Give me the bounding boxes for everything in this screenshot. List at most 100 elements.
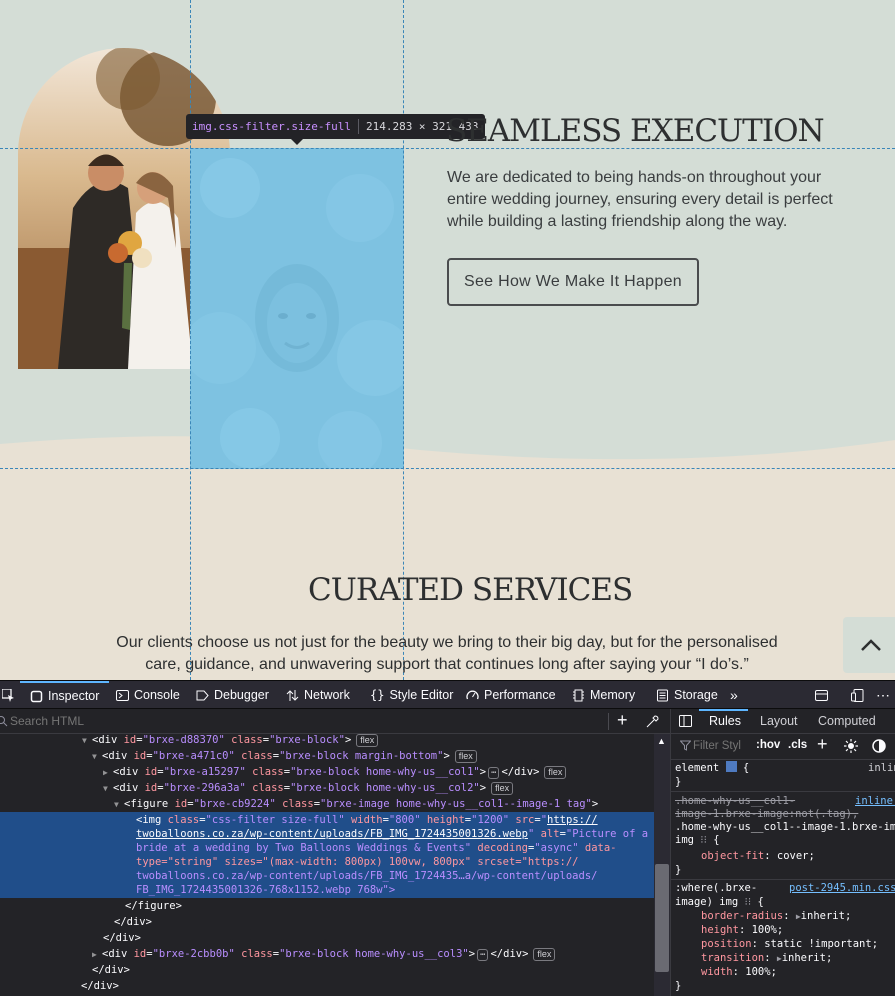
double-chevron-icon: »	[730, 687, 738, 703]
tab-console[interactable]: Console	[116, 681, 180, 709]
toggle-split-button[interactable]	[815, 681, 828, 709]
responsive-icon	[851, 688, 864, 702]
rules-sidebar: Rules Layout Computed :hov .cls + elemen…	[670, 709, 895, 996]
tab-performance-label: Performance	[484, 688, 556, 702]
tooltip-selector: img.css-filter.size-full	[192, 120, 351, 133]
grid-icon: ⁝⁝	[744, 896, 752, 908]
tooltip-arrow	[291, 139, 303, 145]
more-tabs-button[interactable]: »	[730, 681, 738, 709]
declaration[interactable]: border-radius: ▶inherit;	[701, 909, 851, 924]
devtools-toolbar: Inspector Console Debugger Network {} St…	[0, 680, 895, 709]
add-node-button[interactable]: +	[617, 710, 628, 730]
closing-tag[interactable]: </div>	[92, 962, 130, 978]
dark-mode-icon[interactable]	[872, 739, 886, 753]
inspector-tooltip: img.css-filter.size-full 214.283 × 321.4…	[186, 114, 485, 139]
tab-memory-label: Memory	[590, 688, 636, 702]
braces-icon: {}	[370, 688, 385, 702]
tab-storage-label: Storage	[674, 688, 718, 702]
seamless-execution-heading: SEAMLESS EXECUTION	[446, 113, 825, 149]
network-icon	[286, 689, 299, 701]
rule-close: }	[675, 980, 682, 992]
collapsed-children-badge[interactable]: ⋯	[488, 767, 500, 779]
flex-badge[interactable]: flex	[454, 750, 477, 763]
responsive-mode-button[interactable]	[851, 681, 864, 709]
flex-badge[interactable]: flex	[491, 782, 514, 795]
split-console-icon	[815, 689, 828, 701]
rule-source-inline[interactable]: inline:	[855, 794, 895, 808]
debugger-icon	[196, 690, 209, 700]
rule-selector-3: .home-why-us__col1--image-1.brxe-image	[675, 821, 895, 833]
element-picker-button[interactable]	[2, 681, 15, 709]
declaration[interactable]: transition: ▶inherit;	[701, 951, 832, 966]
tree-node[interactable]: ▼ <div id="brxe-a471c0" class="brxe-block…	[92, 748, 477, 764]
flex-badge[interactable]: flex	[356, 734, 379, 747]
add-rule-button[interactable]: +	[817, 734, 828, 755]
scrollbar-thumb[interactable]	[655, 864, 669, 972]
curated-services-text: Our clients choose us not just for the b…	[116, 634, 778, 673]
rule-element-source[interactable]: inlin	[868, 761, 895, 775]
tab-console-label: Console	[134, 688, 180, 702]
tab-storage[interactable]: Storage	[656, 681, 718, 709]
closing-tag[interactable]: </div>	[81, 978, 119, 994]
rule-selector-where: :where(.brxe-	[675, 882, 758, 894]
img-node-line6: FB_IMG_1724435001326-768x1152.webp 768w"…	[136, 884, 396, 896]
filter-styles-input[interactable]	[693, 738, 745, 754]
section-wave-divider	[0, 436, 895, 470]
markup-view: ▼ <div id="brxe-d88370" class="brxe-block…	[0, 734, 670, 996]
tab-inspector[interactable]: Inspector	[20, 681, 110, 709]
tab-layout[interactable]: Layout	[760, 714, 798, 728]
tab-performance[interactable]: Performance	[466, 681, 556, 709]
tree-node[interactable]: ▼ <div id="brxe-296a3a" class="brxe-block…	[103, 780, 514, 796]
tab-debugger[interactable]: Debugger	[196, 681, 269, 709]
storage-icon	[657, 689, 668, 701]
flex-badge[interactable]: flex	[544, 766, 567, 779]
light-mode-icon[interactable]	[844, 739, 858, 753]
tree-node[interactable]: ▼ <div id="brxe-d88370" class="brxe-block…	[82, 734, 379, 748]
rule-selector-4: img ⁝⁝ {	[675, 834, 720, 846]
grid-icon: ⁝⁝	[700, 834, 707, 846]
tree-node[interactable]: ▼ <figure id="brxe-cb9224" class="brxe-im…	[114, 796, 598, 812]
closing-tag[interactable]: </div>	[114, 914, 152, 930]
chevron-up-icon	[860, 639, 881, 651]
closing-tag[interactable]: </div>	[103, 930, 141, 946]
webpage-viewport: img.css-filter.size-full 214.283 × 321.4…	[0, 0, 895, 680]
closing-tag[interactable]: </figure>	[125, 898, 182, 914]
scroll-to-top-button[interactable]	[843, 617, 895, 673]
tab-debugger-label: Debugger	[214, 688, 269, 702]
tab-style-editor[interactable]: {} Style Editor	[370, 681, 453, 709]
tab-memory[interactable]: Memory	[572, 681, 635, 709]
declaration[interactable]: position: static !important;	[701, 937, 878, 951]
node-icon	[725, 761, 737, 772]
tab-inspector-label: Inspector	[48, 689, 100, 703]
console-icon	[116, 689, 129, 701]
sidebar-toggle-icon[interactable]	[679, 715, 692, 727]
rule-element[interactable]: element {	[675, 761, 749, 775]
tab-network[interactable]: Network	[286, 681, 350, 709]
rule-selector-where-2: image) img ⁝⁝ {	[675, 896, 764, 908]
hover-state-toggle[interactable]: :hov	[756, 739, 780, 751]
declaration[interactable]: width: 100%;	[701, 965, 777, 979]
rule-source-stylesheet[interactable]: post-2945.min.css:	[789, 881, 895, 895]
ellipsis-icon: ⋯	[876, 686, 890, 703]
declaration[interactable]: object-fit: cover;	[701, 849, 815, 863]
guide-line-left	[190, 0, 191, 680]
scroll-up-arrow[interactable]: ▲	[657, 736, 666, 746]
tree-node[interactable]: ▶ <div id="brxe-2cbb0b" class="brxe-block…	[92, 946, 556, 962]
flex-badge[interactable]: flex	[533, 948, 556, 961]
seamless-execution-text: We are dedicated to being hands-on throu…	[447, 169, 833, 230]
collapsed-children-badge[interactable]: ⋯	[477, 949, 489, 961]
tree-node[interactable]: ▶ <div id="brxe-a15297" class="brxe-block…	[103, 764, 567, 780]
rules-tab-underline	[699, 709, 748, 711]
declaration[interactable]: height: 100%;	[701, 923, 783, 937]
class-toggle[interactable]: .cls	[788, 739, 807, 751]
rule-selector-1: .home-why-us__col1-	[675, 795, 796, 807]
eyedropper-icon[interactable]	[646, 715, 659, 728]
performance-icon	[466, 690, 479, 699]
make-it-happen-button[interactable]: See How We Make It Happen	[447, 258, 699, 306]
pick-element-icon	[2, 688, 14, 702]
devtools-menu-button[interactable]: ⋯	[876, 681, 890, 709]
tab-rules[interactable]: Rules	[709, 714, 741, 728]
search-html-input[interactable]	[10, 712, 590, 730]
tab-computed[interactable]: Computed	[818, 714, 876, 728]
tab-network-label: Network	[304, 688, 350, 702]
